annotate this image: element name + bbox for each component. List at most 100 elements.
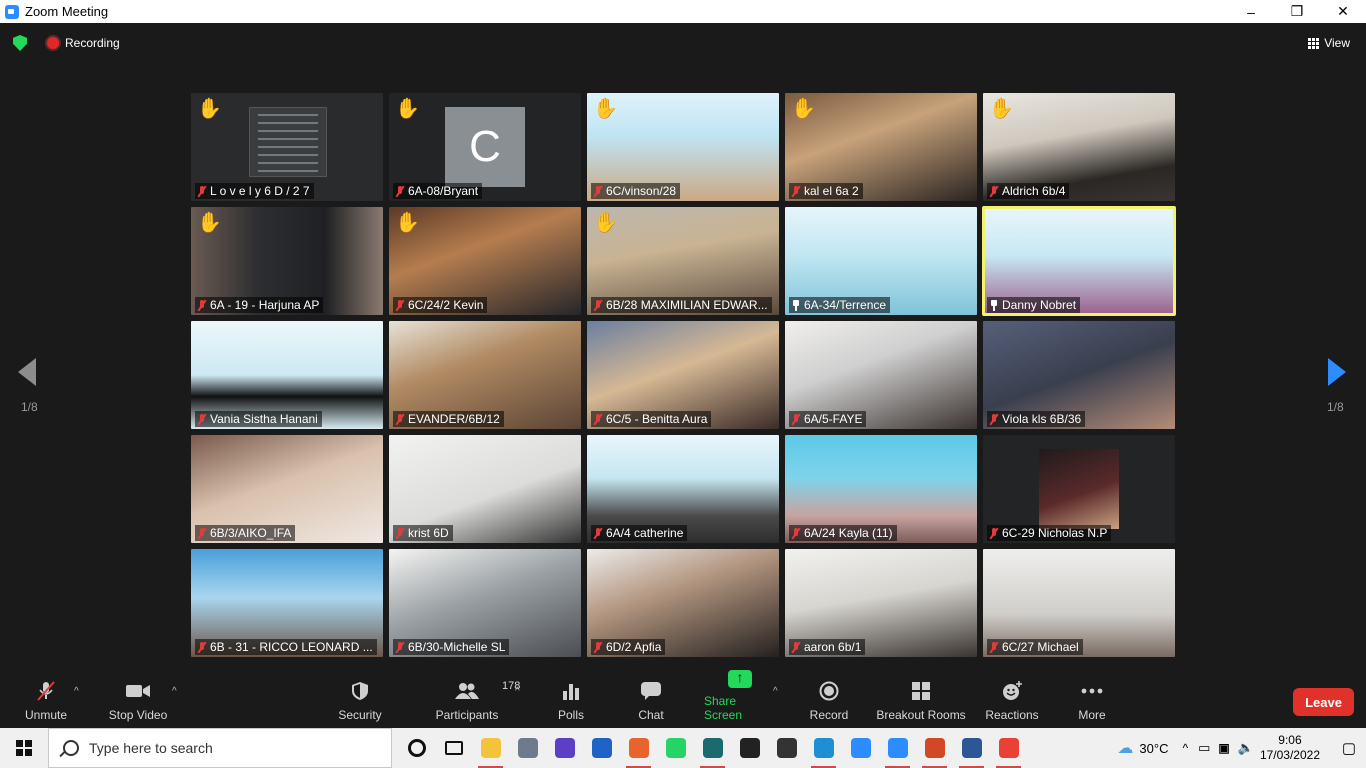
participant-video-tile[interactable]: 6A/5-FAYE	[785, 321, 977, 429]
audio-options-caret-icon[interactable]: ^	[74, 686, 79, 697]
restore-button[interactable]: ❐	[1274, 0, 1320, 23]
tray-chevron-icon[interactable]: ^	[1182, 741, 1188, 755]
microphone-muted-icon	[792, 185, 800, 197]
polls-button[interactable]: Polls	[552, 678, 590, 728]
participants-button[interactable]: 178 Participants	[434, 678, 521, 728]
weather-temperature[interactable]: 30°C	[1139, 741, 1168, 756]
zoom-icon[interactable]	[842, 728, 879, 768]
whatsapp-icon[interactable]	[657, 728, 694, 768]
participant-video-tile[interactable]: ✋ L o v e l y 6 D / 2 7	[191, 93, 383, 201]
share-options-caret-icon[interactable]: ^	[773, 686, 778, 697]
windows-start-icon[interactable]	[0, 728, 48, 768]
file-explorer-icon[interactable]	[472, 728, 509, 768]
cortana-icon[interactable]	[398, 728, 435, 768]
clock-time: 9:06	[1278, 733, 1302, 747]
gallery-stage: 1/8 ✋ L o v e l y 6 D / 2 7 C ✋ 6A-08/Bryant…	[0, 63, 1366, 678]
word-icon[interactable]	[953, 728, 990, 768]
breakout-rooms-icon	[911, 680, 931, 702]
participant-video-tile[interactable]: ✋ 6A - 19 - Harjuna AP	[191, 207, 383, 315]
encryption-shield-icon[interactable]	[13, 35, 27, 51]
participant-name-label: 6A/4 catherine	[591, 525, 688, 541]
participant-video-tile[interactable]: ✋ 6C/24/2 Kevin	[389, 207, 581, 315]
edge-icon[interactable]	[805, 728, 842, 768]
weather-icon[interactable]: ☁	[1117, 738, 1133, 758]
leave-button[interactable]: Leave	[1293, 688, 1354, 716]
participant-video-tile[interactable]: 6A-34/Terrence	[785, 207, 977, 315]
minimize-button[interactable]: –	[1228, 0, 1274, 23]
participant-name-label: 6C/27 Michael	[987, 639, 1083, 655]
zoom-app-icon	[5, 4, 19, 19]
participant-video-tile[interactable]: aaron 6b/1	[785, 549, 977, 657]
network-icon[interactable]: ▭	[1198, 740, 1210, 756]
participant-video-tile[interactable]: 6D/2 Apfia	[587, 549, 779, 657]
headset-app-icon[interactable]	[546, 728, 583, 768]
participant-video-tile[interactable]: 6B - 31 - RICCO LEONARD ...	[191, 549, 383, 657]
participant-video-tile[interactable]: Viola kls 6B/36	[983, 321, 1175, 429]
participant-video-tile[interactable]: ✋ 6C/vinson/28	[587, 93, 779, 201]
video-options-caret-icon[interactable]: ^	[172, 686, 177, 697]
raised-hand-icon: ✋	[989, 98, 1014, 120]
share-screen-icon	[728, 669, 752, 688]
participant-video-tile[interactable]: ✋ Aldrich 6b/4	[983, 93, 1175, 201]
app-blue-cross-icon[interactable]	[583, 728, 620, 768]
microphone-muted-icon	[792, 413, 800, 425]
participant-video-tile[interactable]: 6B/30-Michelle SL	[389, 549, 581, 657]
unmute-button[interactable]: Unmute	[24, 678, 68, 728]
participant-video-tile[interactable]: EVANDER/6B/12	[389, 321, 581, 429]
view-button[interactable]: View	[1308, 36, 1350, 50]
raised-hand-icon: ✋	[197, 98, 222, 120]
participant-video-tile[interactable]: Danny Nobret	[982, 206, 1176, 316]
participant-name: 6B/30-Michelle SL	[408, 640, 506, 654]
more-dots-icon	[1081, 680, 1103, 702]
app-blue-cross-icon-glyph	[591, 738, 612, 758]
settings-icon[interactable]	[768, 728, 805, 768]
participant-video-tile[interactable]: 6C/27 Michael	[983, 549, 1175, 657]
participant-name-label: 6B/30-Michelle SL	[393, 639, 510, 655]
reactions-button[interactable]: Reactions	[985, 678, 1039, 728]
close-button[interactable]: ✕	[1320, 0, 1366, 23]
photos-icon[interactable]	[509, 728, 546, 768]
microphone-muted-icon	[198, 185, 206, 197]
taskbar-clock[interactable]: 9:06 17/03/2022	[1260, 733, 1320, 763]
participants-options-caret-icon[interactable]: ^	[515, 686, 520, 697]
participant-video-tile[interactable]: 6C/5 - Benitta Aura	[587, 321, 779, 429]
participant-video-tile[interactable]: 6A/24 Kayla (11)	[785, 435, 977, 543]
previous-page-arrow-icon[interactable]	[18, 358, 38, 386]
participant-video-tile[interactable]: 6A/4 catherine	[587, 435, 779, 543]
next-page-arrow-icon[interactable]	[1328, 358, 1348, 386]
edge-icon-glyph	[813, 738, 834, 758]
participant-video-tile[interactable]: 6B/3/AIKO_IFA	[191, 435, 383, 543]
security-button[interactable]: Security	[337, 678, 383, 728]
participant-video-tile[interactable]: ✋ kal el 6a 2	[785, 93, 977, 201]
record-button[interactable]: Record	[808, 678, 850, 728]
participant-name: Vania Sistha Hanani	[210, 412, 318, 426]
participant-video-tile[interactable]: krist 6D	[389, 435, 581, 543]
participant-video-tile[interactable]: ✋ 6B/28 MAXIMILIAN EDWAR...	[587, 207, 779, 315]
photos-icon-glyph	[517, 738, 538, 758]
volume-icon[interactable]: 🔈	[1238, 740, 1254, 756]
powerpoint-icon[interactable]	[916, 728, 953, 768]
more-button[interactable]: More	[1074, 678, 1110, 728]
language-icon[interactable]: ▣	[1218, 741, 1229, 755]
participant-name-label: 6C/vinson/28	[591, 183, 681, 199]
notifications-icon[interactable]: ▢	[1332, 739, 1366, 757]
media-app-icon[interactable]	[694, 728, 731, 768]
raised-hand-icon: ✋	[395, 98, 420, 120]
chrome-icon[interactable]	[990, 728, 1027, 768]
participant-video-tile[interactable]: Vania Sistha Hanani	[191, 321, 383, 429]
zoom-meeting-icon[interactable]	[879, 728, 916, 768]
share-screen-button[interactable]: Share Screen	[704, 669, 776, 728]
stop-video-button[interactable]: Stop Video	[106, 678, 170, 728]
taskbar-search-input[interactable]: Type here to search	[48, 728, 392, 768]
task-view-icon[interactable]	[435, 728, 472, 768]
camera-app-icon[interactable]	[731, 728, 768, 768]
shared-document-thumbnail	[249, 107, 327, 177]
breakout-rooms-button[interactable]: Breakout Rooms	[876, 678, 966, 728]
share-screen-label: Share Screen	[704, 694, 743, 722]
participant-video-tile[interactable]: 6C-29 Nicholas N.P	[983, 435, 1175, 543]
firefox-icon[interactable]	[620, 728, 657, 768]
participant-video-tile[interactable]: C ✋ 6A-08/Bryant	[389, 93, 581, 201]
chat-button[interactable]: Chat	[633, 678, 669, 728]
recording-label[interactable]: Recording	[65, 36, 120, 50]
participant-name-label: 6B/3/AIKO_IFA	[195, 525, 296, 541]
